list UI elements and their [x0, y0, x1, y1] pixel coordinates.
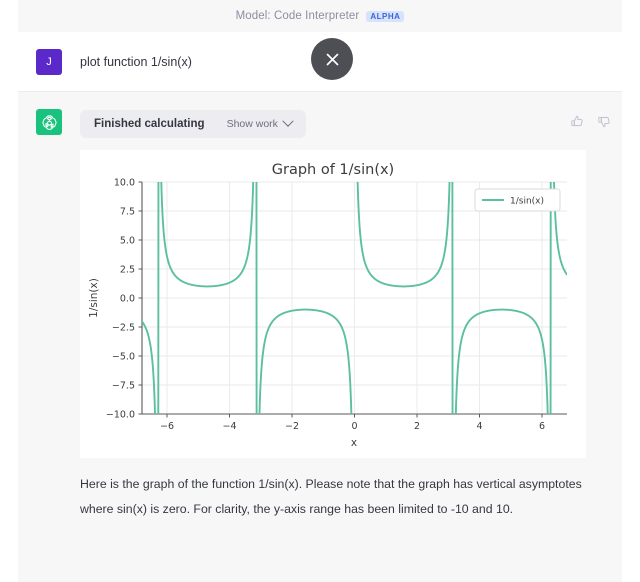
- avatar: J: [36, 49, 62, 75]
- x-tick-label: 2: [414, 421, 420, 432]
- code-interpreter-conversation: Model: Code Interpreter ALPHA J plot fun…: [0, 0, 640, 582]
- matplotlib-figure: Graph of 1/sin(x) −10.0 −7.5 −5.0 −2.5 0.0 2.…: [80, 150, 586, 458]
- feedback-controls: [570, 114, 612, 129]
- x-tick-label: 4: [476, 421, 482, 432]
- y-tick-label: 5.0: [120, 235, 135, 246]
- assistant-message-column: Finished calculating Show work Graph of …: [80, 108, 622, 566]
- x-axis-label: x: [351, 437, 357, 449]
- y-tick-label: −7.5: [112, 380, 135, 391]
- x-tick-label: −2: [285, 421, 299, 432]
- x-tick-label: 0: [351, 421, 357, 432]
- thumbs-up-icon[interactable]: [570, 114, 585, 129]
- y-tick-label: 7.5: [120, 206, 135, 217]
- alpha-badge: ALPHA: [366, 11, 404, 22]
- y-tick-label: −10.0: [106, 409, 135, 420]
- user-avatar-column: J: [18, 48, 80, 75]
- tool-status-strip: Finished calculating Show work: [80, 110, 306, 138]
- y-tick-label: −2.5: [112, 322, 135, 333]
- y-tick-label: 0.0: [120, 293, 135, 304]
- assistant-message-row: Finished calculating Show work Graph of …: [18, 92, 622, 582]
- show-work-label: Show work: [227, 118, 278, 130]
- chart-card: Graph of 1/sin(x) −10.0 −7.5 −5.0 −2.5 0.0 2.…: [80, 150, 586, 458]
- thumbs-down-icon[interactable]: [597, 114, 612, 129]
- x-tick-label: −4: [222, 421, 236, 432]
- avatar: [36, 109, 62, 135]
- y-tick-label: −5.0: [112, 351, 135, 362]
- x-tick-label: −6: [160, 421, 174, 432]
- model-label: Model: Code Interpreter: [236, 10, 360, 22]
- assistant-answer-text: Here is the graph of the function 1/sin(…: [80, 472, 592, 522]
- model-bar: Model: Code Interpreter ALPHA: [18, 0, 622, 33]
- y-tick-label: 2.5: [120, 264, 135, 275]
- close-icon: [325, 52, 340, 67]
- close-button[interactable]: [311, 38, 353, 80]
- chevron-down-icon: [282, 116, 293, 127]
- chart-legend: 1/sin(x): [475, 189, 560, 211]
- x-tick-label: 6: [539, 421, 545, 432]
- assistant-avatar-column: [18, 108, 80, 566]
- conversation-column: J plot function 1/sin(x): [18, 32, 622, 582]
- y-tick-label: 10.0: [114, 177, 135, 188]
- y-axis-label: 1/sin(x): [88, 278, 100, 318]
- legend-label: 1/sin(x): [510, 197, 544, 207]
- show-work-toggle[interactable]: Show work: [227, 118, 292, 130]
- openai-logo-icon: [41, 114, 58, 131]
- chart-title: Graph of 1/sin(x): [272, 162, 394, 178]
- tool-status-label: Finished calculating: [94, 118, 205, 130]
